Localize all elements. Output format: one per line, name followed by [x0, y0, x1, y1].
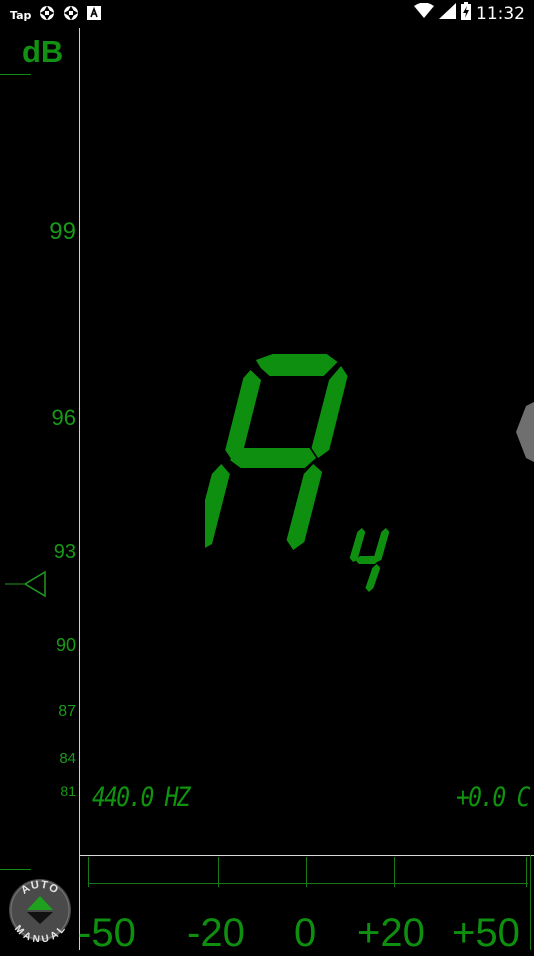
- cents-readout: +0.0 C: [456, 782, 530, 813]
- divider: [530, 855, 531, 950]
- scale-tick: [88, 857, 89, 887]
- auto-manual-toggle[interactable]: AUTO MANUAL: [8, 878, 72, 946]
- cents-scale: -50 -20 0 +20 +50: [78, 855, 534, 955]
- scale-label: -50: [78, 911, 136, 955]
- db-meter: dB 99 96 93 90 87 84 81: [0, 28, 80, 950]
- scale-label: 0: [294, 911, 317, 955]
- octave-display: [345, 520, 393, 597]
- clock: 11:32: [476, 3, 525, 24]
- scale-tick: [526, 857, 527, 887]
- db-tick-label: 99: [49, 218, 76, 245]
- aperture-icon: [39, 5, 55, 26]
- note-display: [194, 352, 355, 557]
- status-bar: Tap 11:32: [0, 0, 534, 28]
- db-tick-label: 90: [55, 635, 76, 655]
- aperture-icon: [63, 5, 79, 26]
- battery-icon: [461, 2, 471, 25]
- scale-tick: [394, 857, 395, 887]
- signal-icon: [439, 3, 456, 24]
- db-tick-label: 81: [60, 783, 76, 799]
- octave-digit-glyph: [349, 528, 390, 592]
- font-icon: [87, 6, 102, 25]
- scale-tick: [218, 857, 219, 887]
- divider: [80, 855, 534, 856]
- divider: [0, 74, 31, 75]
- level-pointer-icon: [5, 570, 47, 603]
- note-letter-glyph: [194, 354, 348, 550]
- db-title: dB: [22, 34, 64, 69]
- drawer-handle[interactable]: [516, 402, 534, 467]
- db-tick-label: 87: [58, 703, 76, 720]
- scale-label: +50: [452, 911, 520, 955]
- wifi-icon: [414, 2, 434, 24]
- scale-tick: [306, 857, 307, 887]
- db-tick-label: 84: [59, 750, 76, 767]
- scale-axis: [88, 883, 528, 884]
- scale-label: +20: [357, 911, 425, 955]
- db-tick-label: 96: [51, 405, 76, 430]
- db-tick-label: 93: [53, 541, 76, 563]
- frequency-readout: 440.0 HZ: [92, 782, 191, 813]
- scale-label: -20: [187, 911, 245, 955]
- app-notification-label: Tap: [10, 9, 32, 22]
- divider: [0, 869, 31, 870]
- divider: [79, 28, 80, 950]
